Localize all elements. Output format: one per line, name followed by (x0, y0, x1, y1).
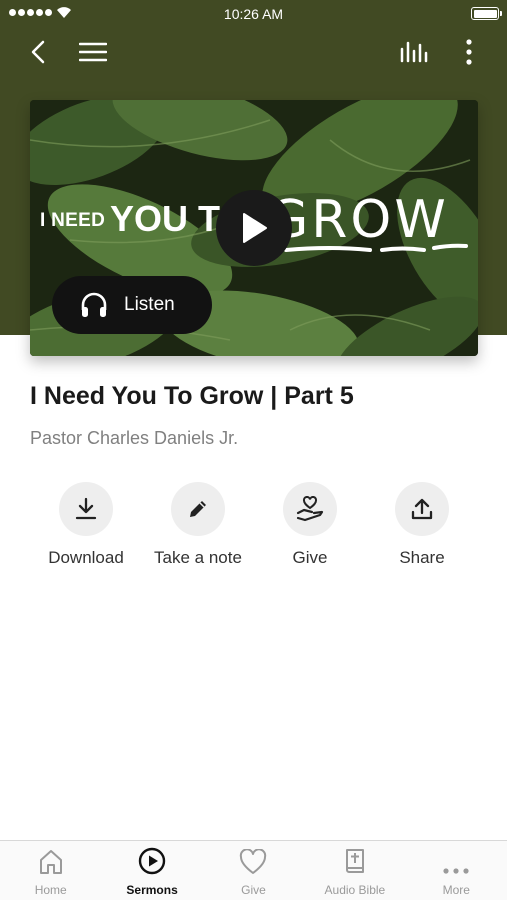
hamburger-icon (79, 42, 107, 62)
share-label: Share (399, 548, 445, 567)
menu-button[interactable] (75, 34, 111, 70)
pencil-icon (190, 501, 206, 517)
vertical-dots-icon (466, 39, 472, 65)
audio-button[interactable] (396, 34, 432, 70)
chevron-left-icon (31, 40, 45, 64)
more-dots-icon (443, 868, 469, 874)
play-circle-icon (138, 847, 166, 875)
give-button[interactable]: Give (254, 482, 366, 568)
more-options-button[interactable] (451, 34, 487, 70)
battery-icon (471, 7, 502, 20)
tab-audio-bible[interactable]: Audio Bible (304, 841, 405, 900)
status-bar: 10:26 AM (0, 0, 507, 28)
play-icon (243, 213, 267, 243)
tab-give[interactable]: Give (203, 841, 304, 900)
download-label: Download (48, 548, 124, 567)
heart-icon (240, 849, 267, 874)
listen-label: Listen (124, 294, 175, 315)
give-label: Give (292, 548, 328, 567)
take-note-button[interactable]: Take a note (142, 482, 254, 568)
headphones-icon (81, 292, 107, 317)
play-button[interactable] (216, 190, 292, 266)
tab-more[interactable]: More (406, 841, 507, 900)
audio-bars-icon (400, 41, 428, 63)
download-icon (75, 497, 97, 520)
bible-icon (345, 849, 364, 873)
navigation-bar (0, 28, 507, 76)
heart-hand-icon (296, 496, 324, 522)
sermon-title: I Need You To Grow | Part 5 (30, 382, 354, 410)
status-time: 10:26 AM (223, 6, 284, 22)
tab-bar: Home Sermons Give Audio Bible More (0, 840, 507, 900)
back-button[interactable] (20, 34, 56, 70)
action-row: Download Take a note Give Share (30, 482, 478, 572)
home-icon (39, 850, 62, 874)
download-button[interactable]: Download (30, 482, 142, 568)
sermon-artwork: I NEED YOU TO GROW Listen (30, 100, 478, 356)
listen-button[interactable]: Listen (52, 276, 212, 334)
share-button[interactable]: Share (366, 482, 478, 568)
tab-sermons[interactable]: Sermons (101, 841, 202, 900)
speaker-name: Pastor Charles Daniels Jr. (30, 428, 239, 448)
share-icon (411, 498, 433, 520)
take-note-label: Take a note (154, 548, 242, 567)
tab-home[interactable]: Home (0, 841, 101, 900)
